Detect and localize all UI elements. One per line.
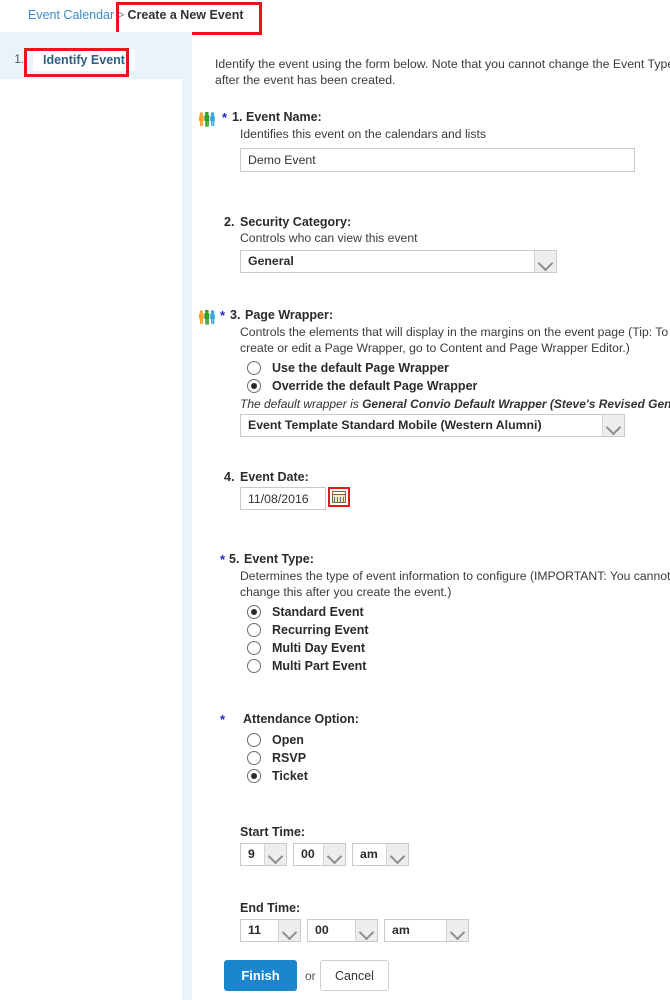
radio-label: Use the default Page Wrapper bbox=[272, 361, 449, 375]
radio-icon-selected[interactable] bbox=[247, 769, 261, 783]
page-wrapper-default-note-prefix: The default wrapper is bbox=[240, 397, 363, 411]
field-help-page-wrapper: Controls the elements that will display … bbox=[240, 325, 669, 355]
required-indicator-event-type: * bbox=[220, 552, 226, 567]
radio-label: Override the default Page Wrapper bbox=[272, 379, 478, 393]
panel-intro-text: Identify the event using the form below.… bbox=[215, 57, 670, 87]
start-time-meridiem-value: am bbox=[360, 847, 378, 861]
attendance-radio-open[interactable]: Open bbox=[247, 732, 507, 750]
chevron-down-icon[interactable] bbox=[602, 415, 624, 436]
page-wrapper-selected-value: Event Template Standard Mobile (Western … bbox=[248, 418, 542, 432]
chevron-down-icon[interactable] bbox=[386, 844, 408, 865]
field-label-start-time: Start Time: bbox=[240, 825, 306, 839]
calendar-header-bar bbox=[333, 492, 345, 495]
field-label-security-category: Security Category: bbox=[240, 215, 352, 229]
field-label-page-wrapper: Page Wrapper: bbox=[245, 308, 333, 322]
wizard-rail: 1. Identify Event bbox=[0, 32, 192, 1000]
calendar-grid bbox=[334, 497, 344, 502]
end-time-minute-select[interactable]: 00 bbox=[307, 919, 378, 942]
field-number-event-type: 5. bbox=[229, 552, 240, 566]
people-icon bbox=[199, 112, 215, 127]
radio-label: Recurring Event bbox=[272, 623, 369, 637]
event-type-radio-standard-event[interactable]: Standard Event bbox=[247, 604, 547, 622]
calendar-glyph bbox=[332, 491, 346, 503]
radio-label: Ticket bbox=[272, 769, 308, 783]
radio-icon[interactable] bbox=[247, 733, 261, 747]
breadcrumb-separator: > bbox=[117, 8, 125, 22]
radio-icon[interactable] bbox=[247, 623, 261, 637]
sidebar-item-identify-event[interactable]: 1. Identify Event bbox=[8, 49, 135, 71]
field-number-security-category: 2. bbox=[224, 215, 235, 229]
radio-label: Standard Event bbox=[272, 605, 364, 619]
finish-button[interactable]: Finish bbox=[224, 960, 297, 991]
wizard-rail-spine bbox=[182, 32, 192, 1000]
radio-label: Multi Day Event bbox=[272, 641, 366, 655]
field-number-event-name: 1. bbox=[232, 110, 243, 124]
required-indicator-page-wrapper: * bbox=[220, 308, 226, 323]
calendar-icon[interactable] bbox=[328, 487, 350, 507]
chevron-down-icon[interactable] bbox=[446, 920, 468, 941]
required-indicator-attendance-option: * bbox=[220, 712, 226, 727]
chevron-down-icon[interactable] bbox=[355, 920, 377, 941]
event-name-input[interactable] bbox=[240, 148, 635, 172]
breadcrumb-bar: Event Calendar > Create a New Event bbox=[0, 0, 670, 32]
field-label-event-type: Event Type: bbox=[244, 552, 314, 566]
page-wrapper-default-note-value: General Convio Default Wrapper (Steve's … bbox=[362, 397, 670, 411]
field-help-event-type: Determines the type of event information… bbox=[240, 569, 670, 599]
end-time-meridiem-select[interactable]: am bbox=[384, 919, 469, 942]
end-time-minute-value: 00 bbox=[315, 923, 329, 937]
attendance-radio-ticket[interactable]: Ticket bbox=[247, 768, 507, 786]
field-number-event-date: 4. bbox=[224, 470, 235, 484]
event-type-radio-multi-part-event[interactable]: Multi Part Event bbox=[247, 658, 547, 676]
or-label: or bbox=[305, 969, 316, 983]
radio-label: RSVP bbox=[272, 751, 307, 765]
radio-label: Open bbox=[272, 733, 304, 747]
page-wrapper-radio-override-default[interactable]: Override the default Page Wrapper bbox=[247, 378, 567, 396]
breadcrumb-parent-link[interactable]: Event Calendar bbox=[28, 8, 114, 22]
page-wrapper-select[interactable]: Event Template Standard Mobile (Western … bbox=[240, 414, 625, 437]
start-time-meridiem-select[interactable]: am bbox=[352, 843, 409, 866]
field-label-end-time: End Time: bbox=[240, 901, 301, 915]
event-date-input[interactable] bbox=[240, 487, 326, 510]
cancel-button[interactable]: Cancel bbox=[320, 960, 389, 991]
start-time-hour-value: 9 bbox=[248, 847, 255, 861]
people-icon bbox=[199, 310, 215, 325]
field-number-page-wrapper: 3. bbox=[230, 308, 241, 322]
field-label-attendance-option: Attendance Option: bbox=[243, 712, 359, 726]
breadcrumb-current: Create a New Event bbox=[127, 8, 244, 22]
page-wrapper-default-note: The default wrapper is General Convio De… bbox=[240, 397, 670, 411]
security-category-selected-value: General bbox=[248, 254, 294, 268]
chevron-down-icon[interactable] bbox=[534, 251, 556, 272]
end-time-hour-select[interactable]: 11 bbox=[240, 919, 301, 942]
start-time-hour-select[interactable]: 9 bbox=[240, 843, 287, 866]
radio-icon[interactable] bbox=[247, 641, 261, 655]
field-label-event-name: Event Name: bbox=[246, 110, 322, 124]
field-help-event-name: Identifies this event on the calendars a… bbox=[240, 127, 486, 141]
radio-icon[interactable] bbox=[247, 659, 261, 673]
page-wrapper-radio-use-default[interactable]: Use the default Page Wrapper bbox=[247, 360, 567, 378]
security-category-select[interactable]: General bbox=[240, 250, 557, 273]
event-type-radio-recurring-event[interactable]: Recurring Event bbox=[247, 622, 547, 640]
chevron-down-icon[interactable] bbox=[264, 844, 286, 865]
wizard-step-number: 1. bbox=[14, 54, 24, 66]
breadcrumb: Event Calendar > Create a New Event bbox=[28, 8, 244, 22]
required-indicator-event-name: * bbox=[222, 110, 228, 125]
form-panel: Identify the event using the form below.… bbox=[192, 40, 670, 1000]
end-time-hour-value: 11 bbox=[248, 923, 261, 937]
end-time-meridiem-value: am bbox=[392, 923, 410, 937]
radio-icon-selected[interactable] bbox=[247, 379, 261, 393]
radio-icon-selected[interactable] bbox=[247, 605, 261, 619]
start-time-minute-value: 00 bbox=[301, 847, 315, 861]
wizard-step-label: Identify Event bbox=[33, 49, 135, 71]
start-time-minute-select[interactable]: 00 bbox=[293, 843, 346, 866]
radio-label: Multi Part Event bbox=[272, 659, 367, 673]
chevron-down-icon[interactable] bbox=[278, 920, 300, 941]
radio-icon[interactable] bbox=[247, 751, 261, 765]
attendance-radio-rsvp[interactable]: RSVP bbox=[247, 750, 507, 768]
field-label-event-date: Event Date: bbox=[240, 470, 309, 484]
event-type-radio-multi-day-event[interactable]: Multi Day Event bbox=[247, 640, 547, 658]
chevron-down-icon[interactable] bbox=[323, 844, 345, 865]
field-help-security-category: Controls who can view this event bbox=[240, 231, 418, 245]
radio-icon[interactable] bbox=[247, 361, 261, 375]
